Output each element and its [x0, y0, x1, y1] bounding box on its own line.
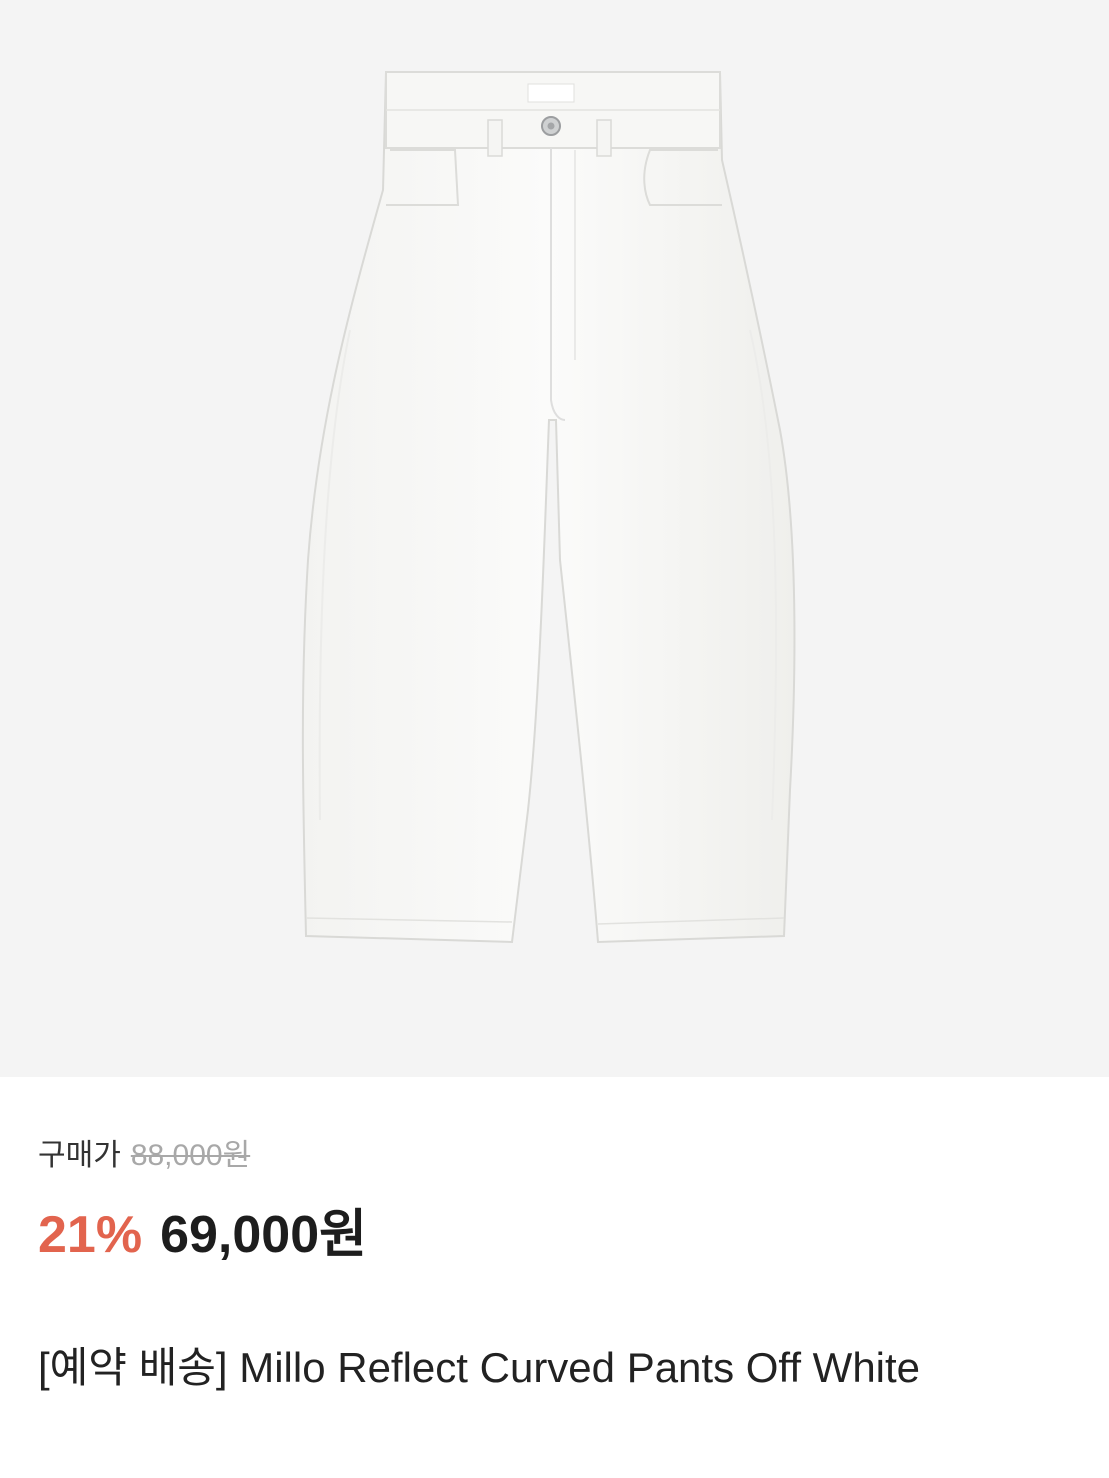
- discount-rate: 21%: [38, 1206, 143, 1264]
- original-price: 88,000원: [130, 1139, 251, 1172]
- price-section: 구매가 88,000원 21% 69,000원: [38, 1130, 1078, 1264]
- product-image[interactable]: [0, 0, 1109, 1077]
- product-detail-page: 구매가 88,000원 21% 69,000원 [예약 배송] Millo Re…: [0, 0, 1109, 1478]
- price-label: 구매가: [38, 1139, 121, 1172]
- sale-price-row: 21% 69,000원: [38, 1192, 1078, 1264]
- sale-price: 69,000원: [160, 1206, 367, 1264]
- pants-illustration: [301, 71, 796, 944]
- original-price-row: 구매가 88,000원: [38, 1130, 1078, 1172]
- product-title: [예약 배송] Millo Reflect Curved Pants Off W…: [38, 1344, 921, 1391]
